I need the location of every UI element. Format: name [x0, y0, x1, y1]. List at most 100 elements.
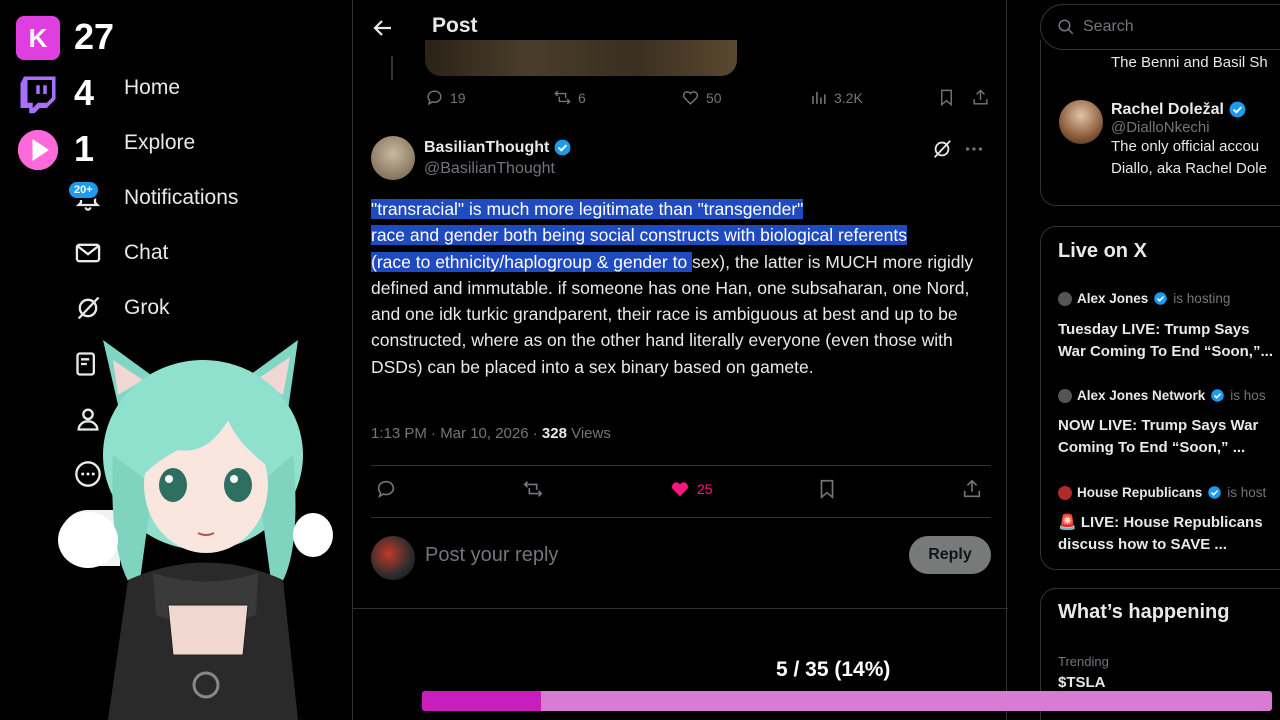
host-name: Alex Jones Network — [1077, 388, 1206, 403]
account-bio-top: The Benni and Basil Sh — [1111, 54, 1268, 71]
nav-explore[interactable]: Explore — [74, 129, 195, 157]
progress-counter-text: 5 / 35 (14%) — [776, 658, 891, 681]
reply-button-submit[interactable]: Reply — [909, 536, 991, 574]
views-chart-icon — [812, 91, 826, 104]
selected-text-line-2: race and gender both being social constr… — [371, 225, 908, 246]
verified-badge-icon — [1229, 101, 1246, 118]
prev-reply-count: 19 — [450, 89, 466, 106]
post-engagement-bar: 25 — [371, 478, 991, 506]
back-arrow-icon[interactable] — [371, 16, 395, 40]
reply-input[interactable]: Post your reply — [425, 544, 558, 567]
happening-section-title: What’s happening — [1058, 601, 1230, 623]
nav-notifications-label: Notifications — [124, 186, 239, 209]
bookmark-button[interactable] — [816, 478, 838, 500]
grok-icon[interactable] — [931, 138, 953, 160]
right-sidebar: Search The Benni and Basil Sh Rachel Dol… — [1040, 0, 1280, 720]
nav-grok[interactable]: Grok — [74, 294, 170, 322]
account-avatar[interactable] — [1059, 100, 1103, 144]
live-title-1-line-1[interactable]: Tuesday LIVE: Trump Says — [1058, 319, 1249, 341]
progress-bar-fill — [422, 691, 541, 711]
post-author: BasilianThought @BasilianThought — [371, 136, 991, 184]
selected-text-line-1: "transracial" is much more legitimate th… — [371, 199, 804, 219]
selected-text-line-3: (race to ethnicity/haplogroup & gender t… — [371, 251, 693, 272]
account-entry[interactable]: Rachel Doležal @DialloNkechi The only of… — [1111, 100, 1267, 180]
notification-count-badge: 20+ — [67, 180, 100, 200]
divider — [371, 517, 991, 518]
nav-home-label: Home — [124, 76, 181, 99]
post-timestamp[interactable]: 1:13 PM · Mar 10, 2026 · — [371, 425, 542, 442]
share-icon — [963, 479, 981, 498]
verified-badge-icon — [1154, 292, 1168, 305]
nav-home[interactable]: Home — [74, 74, 180, 102]
trend-name[interactable]: $TSLA — [1058, 674, 1106, 691]
host-avatar — [1058, 291, 1072, 306]
share-icon — [973, 89, 988, 105]
prev-views-button[interactable]: 3.2K — [809, 88, 863, 107]
host-avatar — [1058, 388, 1072, 403]
search-icon — [1058, 19, 1074, 35]
screen: K 27 4 1 Home Explore Notifications 20+ … — [0, 0, 1280, 720]
prev-reply-button[interactable]: 19 — [425, 88, 466, 107]
repost-button[interactable] — [522, 478, 544, 500]
author-name: BasilianThought — [424, 138, 550, 156]
live-title-1-line-2[interactable]: War Coming To End “Soon,”... — [1058, 341, 1273, 363]
host-name: House Republicans — [1077, 485, 1203, 500]
post-detail-column: Post 19 6 50 3.2K BasilianThought @Basil… — [352, 0, 1008, 720]
account-name-row: Rachel Doležal — [1111, 100, 1267, 119]
trend-category: Trending — [1058, 654, 1109, 669]
host-avatar — [1058, 485, 1072, 500]
kick-icon: K — [16, 16, 60, 60]
host-suffix: is hosting — [1173, 291, 1231, 306]
nav-grok-label: Grok — [124, 296, 170, 319]
post-body-text[interactable]: "transracial" is much more legitimate th… — [371, 196, 996, 380]
prev-like-button[interactable]: 50 — [681, 88, 722, 107]
progress-bar-track — [422, 691, 1272, 711]
current-user-avatar[interactable] — [371, 536, 415, 580]
live-section-title: Live on X — [1058, 240, 1147, 262]
prev-share-button[interactable] — [971, 88, 990, 107]
author-handle[interactable]: @BasilianThought — [424, 160, 555, 178]
verified-badge-icon — [554, 139, 571, 156]
search-placeholder: Search — [1083, 18, 1134, 35]
prev-repost-button[interactable]: 6 — [553, 88, 586, 107]
live-title-2-line-2[interactable]: Coming To End “Soon,” ... — [1058, 437, 1245, 459]
verified-badge-icon — [1211, 389, 1225, 402]
post-metadata: 1:13 PM · Mar 10, 2026 · 328 Views — [371, 425, 611, 442]
share-button[interactable] — [961, 478, 983, 500]
thread-connector-line — [391, 56, 393, 80]
reply-button[interactable] — [375, 478, 397, 500]
live-host-row-2[interactable]: Alex Jones Network is hos — [1058, 388, 1266, 403]
account-name: Rachel Doležal — [1111, 100, 1224, 118]
nav-chat[interactable]: Chat — [74, 239, 168, 267]
prev-like-count: 50 — [706, 89, 722, 106]
prev-bookmark-button[interactable] — [937, 88, 956, 107]
prev-view-count: 3.2K — [834, 89, 863, 106]
host-name: Alex Jones — [1077, 291, 1149, 306]
live-host-row-1[interactable]: Alex Jones is hosting — [1058, 291, 1230, 306]
more-options-icon[interactable] — [963, 138, 985, 160]
post-views-label: Views — [566, 425, 611, 442]
live-title-2-line-1[interactable]: NOW LIVE: Trump Says War — [1058, 415, 1258, 437]
relevant-people-card: The Benni and Basil Sh Rachel Doležal @D… — [1040, 40, 1280, 206]
twitch-icon — [16, 72, 60, 116]
previous-post-actions: 19 6 50 3.2K — [425, 88, 995, 112]
youtube-play-icon — [16, 128, 60, 172]
post-views-count: 328 — [541, 425, 567, 442]
kick-viewer-count: 27 — [74, 16, 115, 57]
heart-filled-icon — [672, 482, 688, 497]
reply-icon — [427, 90, 442, 106]
live-title-3-line-1[interactable]: 🚨 LIVE: House Republicans — [1058, 512, 1263, 534]
author-avatar[interactable] — [371, 136, 415, 180]
reply-composer: Post your reply Reply — [371, 534, 991, 582]
bookmark-icon — [820, 479, 834, 500]
live-title-3-line-2[interactable]: discuss how to SAVE ... — [1058, 534, 1227, 556]
nav-chat-label: Chat — [124, 241, 169, 264]
post-header: Post — [353, 0, 1008, 56]
like-button[interactable]: 25 — [669, 478, 713, 500]
account-handle: @DialloNkechi — [1111, 119, 1210, 136]
author-name-row[interactable]: BasilianThought — [424, 138, 572, 157]
repost-icon — [554, 90, 571, 105]
like-count: 25 — [697, 481, 713, 497]
prev-repost-count: 6 — [578, 89, 586, 106]
live-host-row-3[interactable]: House Republicans is host — [1058, 485, 1266, 500]
